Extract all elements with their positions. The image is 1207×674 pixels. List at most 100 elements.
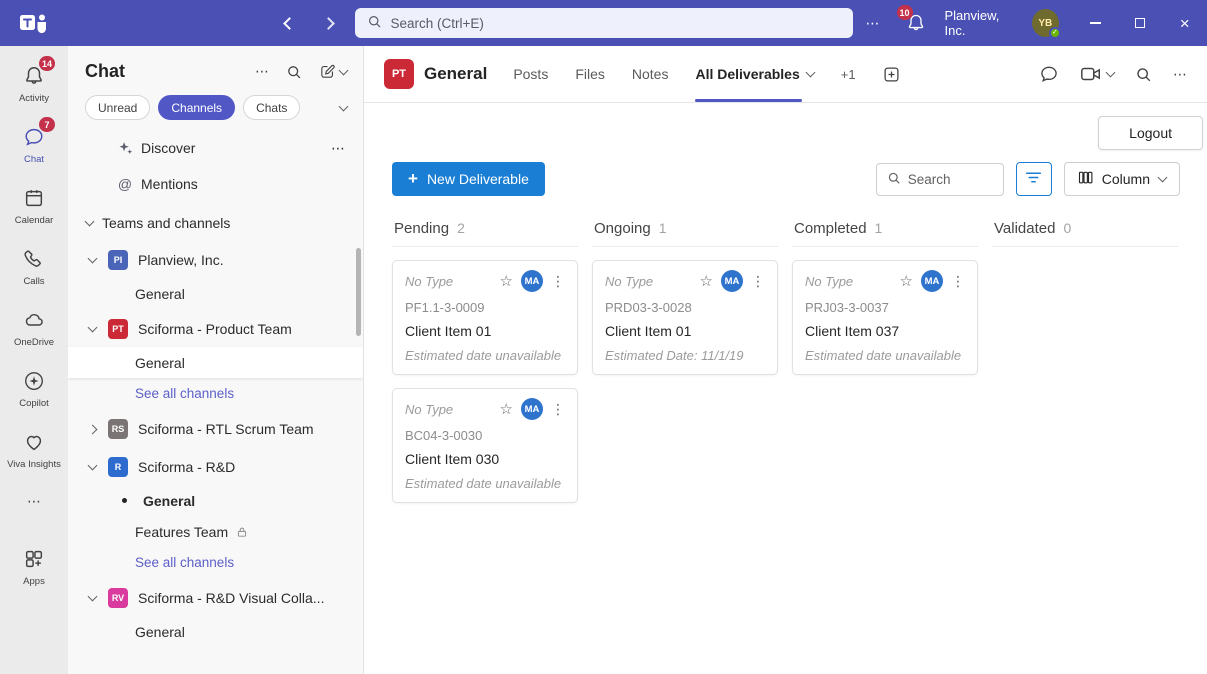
global-search[interactable]: [355, 8, 853, 38]
assignee-avatar[interactable]: MA: [921, 270, 943, 292]
assignee-avatar[interactable]: MA: [521, 398, 543, 420]
add-tab-button[interactable]: [883, 66, 900, 83]
rail-item-calendar[interactable]: Calendar: [0, 176, 68, 237]
filter-button[interactable]: [1016, 162, 1052, 196]
board-search-input[interactable]: [908, 172, 993, 187]
deliverable-card[interactable]: No Type ☆ MA ⋮ PF1.1-3-0009 Client Item …: [392, 260, 578, 375]
tab-all-deliverables[interactable]: All Deliverables: [695, 46, 813, 102]
more-horizontal-icon: ⋯: [27, 493, 41, 510]
channel-item-general[interactable]: General: [68, 278, 363, 309]
tab-notes[interactable]: Notes: [632, 46, 669, 102]
channel-item-features-team[interactable]: Features Team: [68, 516, 363, 547]
forward-icon[interactable]: [322, 17, 335, 30]
filters-collapse-icon[interactable]: [339, 101, 349, 111]
deliverable-card[interactable]: No Type ☆ MA ⋮ BC04-3-0030 Client Item 0…: [392, 388, 578, 503]
channel-more-options-button[interactable]: ⋯: [1173, 66, 1187, 83]
maximize-button[interactable]: [1118, 0, 1163, 46]
close-button[interactable]: ×: [1162, 0, 1207, 46]
chevron-down-icon: [87, 323, 97, 333]
star-icon[interactable]: ☆: [700, 272, 713, 290]
teams-and-channels-section[interactable]: Teams and channels: [68, 202, 363, 240]
see-all-channels-link[interactable]: See all channels: [68, 378, 363, 409]
team-row-rnd[interactable]: R Sciforma - R&D: [68, 449, 363, 485]
channel-item-general-unread[interactable]: General: [68, 485, 363, 516]
deliverable-card[interactable]: No Type ☆ MA ⋮ PRD03-3-0028 Client Item …: [592, 260, 778, 375]
channel-item-general-selected[interactable]: General: [68, 347, 363, 378]
chevron-down-icon: [805, 68, 815, 78]
columns-icon: [1078, 170, 1093, 188]
board-search-box[interactable]: [876, 163, 1004, 196]
logout-button[interactable]: Logout: [1098, 116, 1203, 150]
deliverable-card[interactable]: No Type ☆ MA ⋮ PRJ03-3-0037 Client Item …: [792, 260, 978, 375]
mentions-label: Mentions: [141, 176, 198, 192]
filter-chats[interactable]: Chats: [243, 95, 300, 120]
team-row-rtl-scrum[interactable]: RS Sciforma - RTL Scrum Team: [68, 411, 363, 447]
rail-item-chat[interactable]: Chat 7: [0, 115, 68, 176]
more-tabs-overflow[interactable]: +1: [841, 67, 856, 82]
rail-more-apps-button[interactable]: ⋯: [0, 481, 68, 521]
chevron-down-icon: [1106, 68, 1116, 78]
card-menu-icon[interactable]: ⋮: [551, 273, 565, 290]
lane-count: 0: [1063, 220, 1071, 236]
star-icon[interactable]: ☆: [500, 272, 513, 290]
meet-camera-button[interactable]: [1080, 65, 1114, 83]
filter-channels[interactable]: Channels: [158, 95, 235, 120]
rail-item-copilot[interactable]: Copilot: [0, 359, 68, 420]
unread-dot: [122, 498, 127, 503]
copilot-icon: [23, 370, 45, 395]
phone-icon: [23, 248, 45, 273]
team-avatar: PI: [108, 250, 128, 270]
channel-item-general[interactable]: General: [68, 616, 363, 647]
column-view-dropdown[interactable]: Column: [1064, 162, 1180, 196]
rail-item-activity[interactable]: Activity 14: [0, 54, 68, 115]
card-menu-icon[interactable]: ⋮: [551, 401, 565, 418]
chat-filter-pills: Unread Channels Chats: [68, 91, 363, 130]
sparkle-icon: [116, 140, 134, 157]
notifications-bell-icon[interactable]: 10: [893, 0, 939, 46]
assignee-avatar[interactable]: MA: [521, 270, 543, 292]
rail-item-apps[interactable]: Apps: [0, 537, 68, 598]
star-icon[interactable]: ☆: [900, 272, 913, 290]
mentions-item[interactable]: @ Mentions: [68, 166, 363, 202]
assignee-avatar[interactable]: MA: [721, 270, 743, 292]
open-chat-icon[interactable]: [1039, 64, 1059, 84]
discover-more-button[interactable]: ⋯: [331, 140, 345, 157]
rail-item-onedrive[interactable]: OneDrive: [0, 298, 68, 359]
rail-item-viva-insights[interactable]: Viva Insights: [0, 420, 68, 481]
rail-label: Activity: [19, 93, 49, 104]
team-row-rnd-visual[interactable]: RV Sciforma - R&D Visual Colla...: [68, 580, 363, 616]
team-row-product-team[interactable]: PT Sciforma - Product Team: [68, 311, 363, 347]
card-menu-icon[interactable]: ⋮: [951, 273, 965, 290]
channel-search-icon[interactable]: [1135, 66, 1152, 83]
discover-item[interactable]: Discover ⋯: [68, 130, 363, 166]
chat-more-options-button[interactable]: ⋯: [255, 63, 269, 80]
chat-search-icon[interactable]: [286, 64, 302, 80]
main-content: PT General Posts Files Notes All Deliver…: [364, 46, 1207, 674]
rail-item-calls[interactable]: Calls: [0, 237, 68, 298]
new-chat-button[interactable]: [319, 63, 347, 80]
app-rail: Activity 14 Chat 7 Calendar Calls OneDri…: [0, 46, 68, 674]
org-switcher[interactable]: Planview, Inc.: [945, 8, 1022, 38]
global-search-input[interactable]: [391, 16, 841, 31]
card-date: Estimated Date: 11/1/19: [605, 348, 765, 363]
sidebar-scrollbar[interactable]: [356, 248, 361, 336]
lane-title: Ongoing: [594, 220, 651, 237]
tab-files[interactable]: Files: [575, 46, 605, 102]
team-row-planview[interactable]: PI Planview, Inc.: [68, 242, 363, 278]
star-icon[interactable]: ☆: [500, 400, 513, 418]
card-menu-icon[interactable]: ⋮: [751, 273, 765, 290]
minimize-button[interactable]: [1073, 0, 1118, 46]
back-icon[interactable]: [283, 17, 296, 30]
chat-sidebar: Chat ⋯ Unread Channels Chats Discover ⋯: [68, 46, 364, 674]
filter-unread[interactable]: Unread: [85, 95, 150, 120]
lane-pending: Pending 2 No Type ☆ MA ⋮ PF1.1-3-0009 Cl…: [392, 210, 592, 674]
rail-label: Apps: [23, 576, 45, 587]
chat-badge: 7: [39, 117, 55, 132]
user-avatar[interactable]: YB ✓: [1032, 9, 1059, 37]
see-all-channels-link[interactable]: See all channels: [68, 547, 363, 578]
new-deliverable-button[interactable]: + New Deliverable: [392, 162, 545, 196]
team-avatar: RV: [108, 588, 128, 608]
chevron-down-icon: [85, 217, 95, 227]
titlebar-more-button[interactable]: ⋯: [853, 0, 893, 46]
tab-posts[interactable]: Posts: [513, 46, 548, 102]
